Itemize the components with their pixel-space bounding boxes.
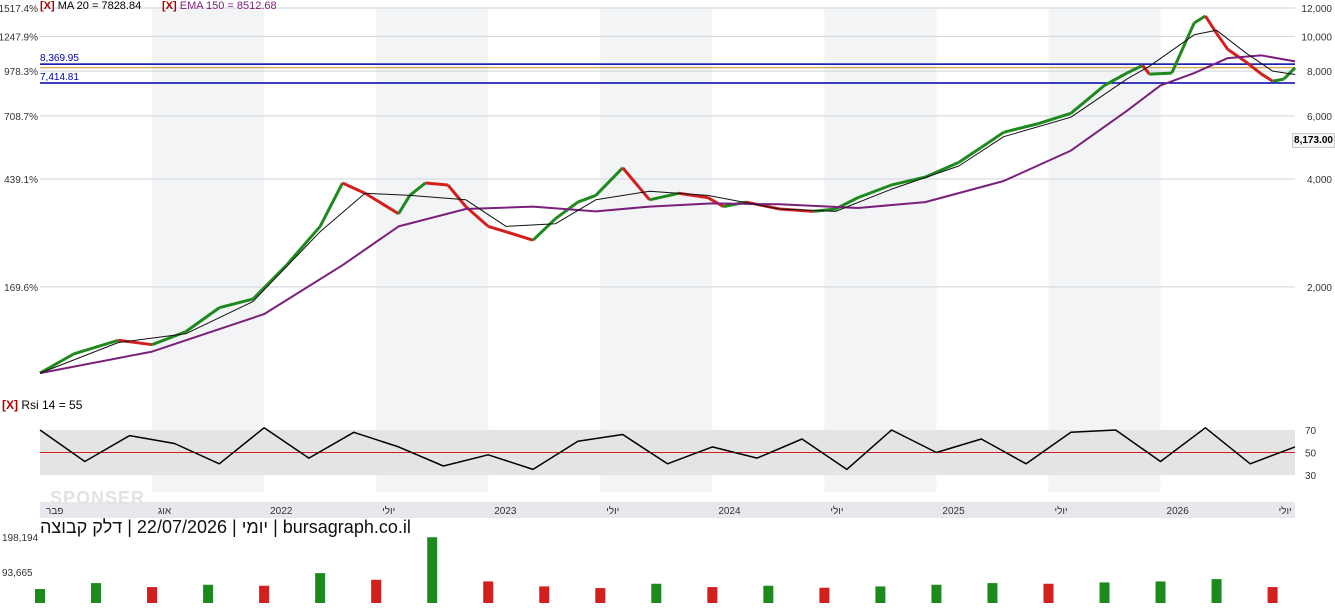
volume-bar — [987, 583, 998, 603]
price-segment — [1149, 71, 1172, 76]
price-segment — [1272, 77, 1285, 83]
volume-bar — [595, 588, 606, 603]
year-band — [1048, 8, 1161, 492]
x-tick: יולי — [382, 505, 395, 517]
rsi-tick: 50 — [1305, 449, 1317, 460]
volume-bar — [707, 587, 718, 603]
x-tick: יולי — [830, 505, 843, 517]
x-tick: 2022 — [270, 506, 293, 517]
x-tick: אוג — [158, 506, 172, 517]
chart-stage: 8,369.95 7,414.81 70 50 30 12,000 1517.4% 10,… — [0, 0, 1335, 605]
year-band — [600, 8, 713, 492]
volume-bar — [539, 586, 550, 603]
ema150-indicator[interactable]: [X] EMA 150 = 8512.68 — [162, 0, 277, 12]
year-band — [376, 8, 489, 492]
x-tick: יולי — [1054, 505, 1067, 517]
volume-bar — [371, 579, 382, 603]
y-tick-left: 169.6% — [4, 283, 38, 294]
y-tick-left: 708.7% — [4, 112, 38, 123]
volume-bar — [91, 583, 102, 603]
y-tick-right: 12,000 — [1301, 4, 1332, 15]
x-tick: 2024 — [718, 506, 741, 517]
volume-bar — [147, 587, 158, 603]
level-label: 8,369.95 — [40, 53, 79, 64]
volume-bar — [819, 587, 830, 603]
x-tick: 2025 — [942, 506, 965, 517]
volume-bar — [931, 584, 942, 603]
y-tick-right: 8,000 — [1307, 67, 1332, 78]
volume-bar — [315, 573, 326, 603]
rsi-tick: 30 — [1305, 471, 1317, 482]
rsi-panel: 70 50 30 — [39, 426, 1317, 482]
y-tick-right: 6,000 — [1307, 112, 1332, 123]
volume-bar — [203, 584, 214, 603]
time-axis-strip — [40, 502, 1295, 518]
rsi-value: Rsi 14 = 55 — [21, 398, 83, 412]
volume-bar — [875, 586, 886, 603]
ma20-indicator[interactable]: [X] MA 20 = 7828.84 — [40, 0, 141, 12]
rsi-tick: 70 — [1305, 426, 1317, 437]
chart-svg: 8,369.95 7,414.81 70 50 30 12,000 1517.4% 10,… — [0, 0, 1335, 605]
volume-bar — [35, 589, 45, 603]
volume-tick: 198,194 — [2, 533, 39, 544]
x-tick: 2026 — [1167, 506, 1190, 517]
x-tick: יולי — [1279, 505, 1292, 517]
ma20-value: MA 20 = 7828.84 — [57, 0, 142, 12]
ema150-value: EMA 150 = 8512.68 — [179, 0, 277, 12]
volume-bar — [1043, 583, 1054, 603]
y-tick-right: 10,000 — [1301, 32, 1332, 43]
x-tick: 2023 — [494, 506, 517, 517]
chart-caption: יומי | 22/07/2026 | דלק קבוצה | bursagra… — [40, 517, 411, 537]
y-tick-right: 4,000 — [1307, 175, 1332, 186]
volume-bar — [651, 583, 662, 603]
sponser-watermark: SPONSER — [50, 488, 146, 508]
level-label: 7,414.81 — [40, 72, 79, 83]
x-tick: יולי — [606, 505, 619, 517]
y-tick-left: 1517.4% — [0, 4, 38, 15]
year-band — [152, 8, 265, 492]
last-price-badge: 8,173.00 — [1292, 133, 1335, 148]
remove-ma20-icon[interactable]: [X] — [40, 0, 55, 12]
volume-tick: 93,665 — [2, 568, 33, 579]
volume-bar — [483, 581, 494, 603]
volume-bar — [1099, 582, 1110, 603]
y-tick-left: 1247.9% — [0, 32, 38, 43]
year-band — [824, 8, 937, 492]
rsi-indicator[interactable]: [X] Rsi 14 = 55 — [2, 398, 82, 412]
volume-bar — [763, 585, 774, 603]
y-tick-left: 978.3% — [4, 67, 38, 78]
volume-bar — [1211, 579, 1222, 603]
remove-ema150-icon[interactable]: [X] — [162, 0, 177, 12]
volume-bar — [427, 537, 438, 603]
y-tick-right: 2,000 — [1307, 283, 1332, 294]
price-segment — [425, 181, 449, 187]
volume-bar — [259, 585, 270, 603]
remove-rsi-icon[interactable]: [X] — [2, 398, 18, 412]
y-tick-left: 439.1% — [4, 175, 38, 186]
volume-bar — [1155, 581, 1166, 603]
volume-bar — [1267, 587, 1278, 603]
